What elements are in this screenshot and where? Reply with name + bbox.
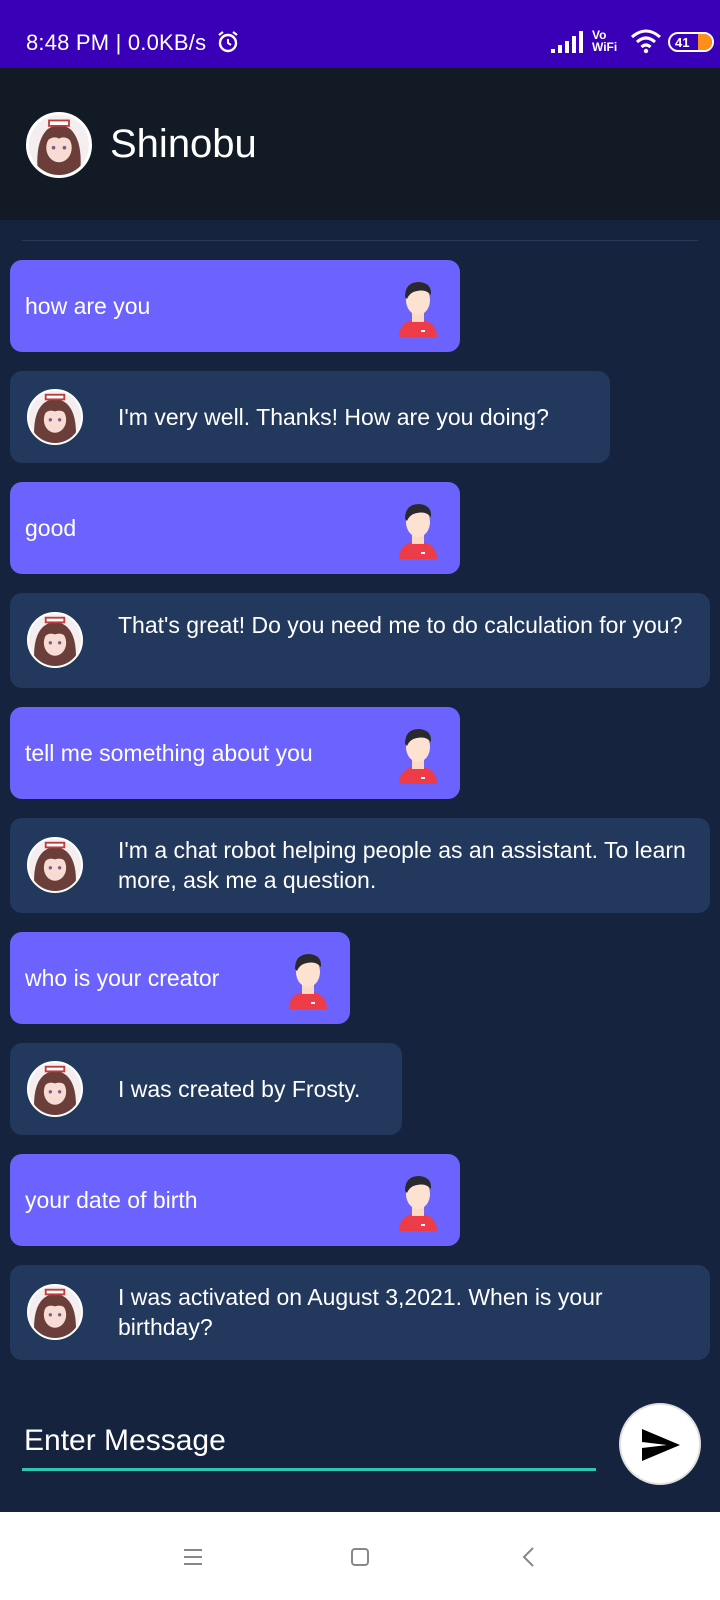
user-message-text: who is your creator bbox=[25, 965, 220, 991]
bot-message-bubble: I was created by Frosty. bbox=[10, 1043, 402, 1135]
user-message-bubble: your date of birth bbox=[10, 1154, 460, 1246]
signal-icon bbox=[551, 31, 583, 53]
wifi-icon bbox=[631, 29, 661, 54]
bot-message-text: That's great! Do you need me to do calcu… bbox=[118, 612, 683, 638]
divider bbox=[22, 240, 698, 241]
battery-level: 41 bbox=[675, 35, 690, 50]
system-nav-bar bbox=[0, 1512, 720, 1600]
bot-message-text: I was created by Frosty. bbox=[118, 1076, 361, 1102]
user-message-text: your date of birth bbox=[25, 1187, 198, 1213]
menu-icon[interactable] bbox=[176, 1540, 210, 1574]
bot-avatar-icon bbox=[27, 837, 83, 893]
user-message-bubble: good bbox=[10, 482, 460, 574]
bot-avatar-icon bbox=[27, 1061, 83, 1117]
send-icon bbox=[642, 1429, 680, 1461]
send-button[interactable] bbox=[619, 1403, 701, 1485]
bot-avatar-icon bbox=[27, 389, 83, 445]
message-input[interactable] bbox=[22, 1416, 596, 1466]
user-avatar-icon bbox=[399, 282, 437, 337]
home-icon[interactable] bbox=[343, 1540, 377, 1574]
back-icon[interactable] bbox=[512, 1540, 546, 1574]
user-message-text: tell me something about you bbox=[25, 740, 313, 766]
bot-avatar-icon bbox=[27, 612, 83, 668]
bot-message-bubble: That's great! Do you need me to do calcu… bbox=[10, 593, 710, 688]
user-message-bubble: who is your creator bbox=[10, 932, 350, 1024]
user-message-bubble: tell me something about you bbox=[10, 707, 460, 799]
user-message-bubble: how are you bbox=[10, 260, 460, 352]
vowifi-indicator: Vo WiFi bbox=[592, 29, 626, 53]
bot-message-text: I'm a chat robot helping people as an as… bbox=[118, 837, 686, 893]
bot-message-bubble: I'm very well. Thanks! How are you doing… bbox=[10, 371, 610, 463]
page-title: Shinobu bbox=[110, 122, 257, 166]
user-message-text: how are you bbox=[25, 293, 151, 319]
battery-icon: 41 bbox=[668, 32, 714, 52]
status-bar: 8:48 PM | 0.0KB/s Vo WiFi 41 bbox=[0, 0, 720, 68]
status-time-speed: 8:48 PM | 0.0KB/s bbox=[26, 30, 207, 55]
user-avatar-icon bbox=[399, 504, 437, 559]
bot-message-bubble: I'm a chat robot helping people as an as… bbox=[10, 818, 710, 913]
user-avatar-icon bbox=[399, 729, 437, 784]
bot-avatar-icon bbox=[27, 1284, 83, 1340]
bot-message-text: I'm very well. Thanks! How are you doing… bbox=[118, 404, 549, 430]
alarm-icon bbox=[218, 31, 238, 53]
input-underline bbox=[22, 1468, 596, 1471]
vowifi-bottom: WiFi bbox=[592, 40, 618, 54]
user-avatar-icon bbox=[399, 1176, 437, 1231]
user-message-text: good bbox=[25, 515, 77, 541]
bot-message-text: I was activated on August 3,2021. When i… bbox=[118, 1284, 603, 1340]
message-input-field[interactable] bbox=[22, 1416, 596, 1472]
app-bar: Shinobu bbox=[0, 68, 720, 220]
user-avatar-icon bbox=[289, 954, 327, 1009]
bot-avatar-icon[interactable] bbox=[26, 112, 92, 178]
bot-message-bubble: I was activated on August 3,2021. When i… bbox=[10, 1265, 710, 1360]
